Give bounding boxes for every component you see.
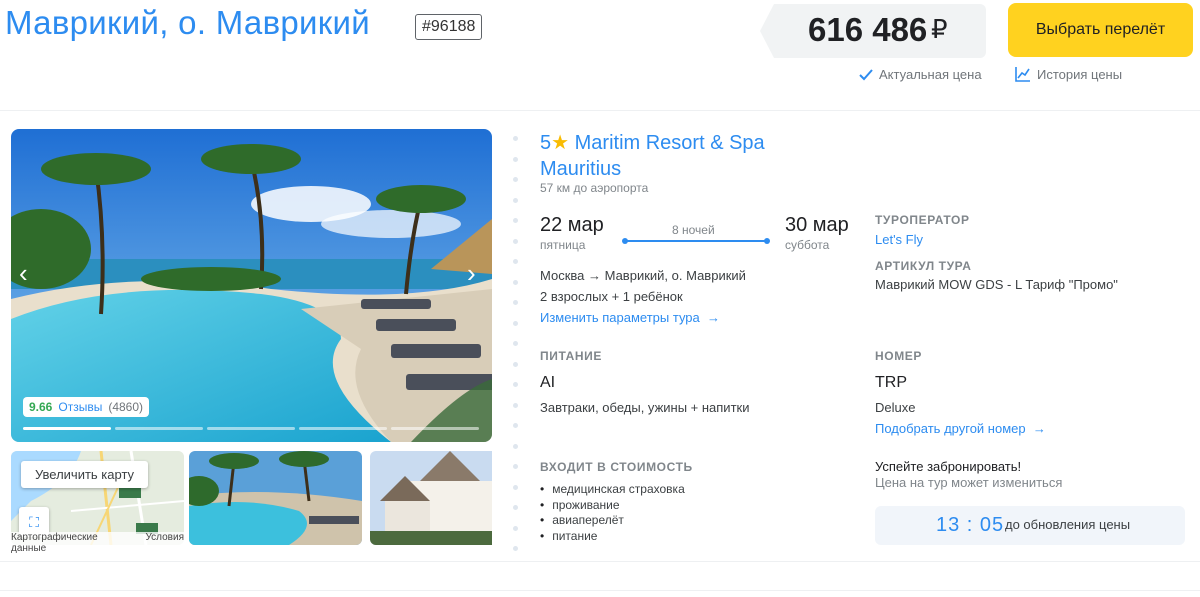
timeline-dot [513,279,518,285]
article-caption: АРТИКУЛ ТУРА [875,259,972,273]
map-terms-link[interactable]: Условия [145,532,184,545]
page-title: Маврикий, о. Маврикий [5,4,370,41]
timeline-dot [513,484,518,490]
timeline-dot [513,361,518,367]
timeline-dot [513,341,518,346]
route-text: Москва → Маврикий, о. Маврикий [540,268,746,283]
reviews-count: (4860) [108,400,144,414]
rating-badge[interactable]: 9.66 Отзывы (4860) [23,397,150,417]
gallery-indicator[interactable] [207,427,295,430]
pool-thumb-image [189,451,362,545]
gallery-indicator[interactable] [23,427,111,430]
select-flight-button[interactable]: Выбрать перелёт [1008,3,1193,57]
included-caption: ВХОДИТ В СТОИМОСТЬ [540,460,693,474]
gallery-next-arrow[interactable]: › [467,258,476,289]
operator-link[interactable]: Let's Fly [875,232,923,247]
price-timer: 13 : 05 [936,514,1005,536]
timeline-dot [513,197,518,203]
change-room-link[interactable]: Подобрать другой номер → [875,421,1046,436]
reviews-link[interactable]: Отзывы [58,400,102,414]
gallery-prev-arrow[interactable]: ‹ [19,258,28,289]
meal-code: AI [540,374,556,391]
chart-icon [1015,67,1030,82]
meal-description: Завтраки, обеды, ужины + напитки [540,400,750,415]
change-params-label: Изменить параметры тура [540,310,700,325]
departure-weekday: пятница [540,238,586,252]
hotel-photo-thumb[interactable] [370,451,492,545]
hotel-photo-thumb[interactable] [189,451,362,545]
timeline-dot [513,177,518,182]
return-date: 30 мар [785,214,849,236]
departure-date: 22 мар [540,214,604,236]
tour-page: Маврикий, о. Маврикий #96188 616 486 ₽ В… [0,0,1200,597]
divider [0,590,1200,591]
building-thumb-image [370,451,492,545]
hotel-photo-main[interactable] [11,129,492,442]
return-weekday: суббота [785,238,830,252]
article-value: Маврикий MOW GDS - L Тариф "Промо" [875,277,1118,292]
list-item: проживание [540,498,685,514]
hurry-subtitle: Цена на тур может измениться [875,475,1063,490]
map-data-label[interactable]: Картографические данные [11,532,133,554]
operator-caption: ТУРОПЕРАТОР [875,213,970,227]
airport-distance: 57 км до аэропорта [540,181,649,195]
hurry-title: Успейте забронировать! [875,459,1022,474]
pool-image [11,129,492,442]
timeline-dot [513,402,518,408]
timeline-dot [513,259,518,264]
timeline-dots [513,136,519,556]
checkmark-icon [859,68,873,80]
nights-count: 8 ночей [672,223,715,237]
timeline-dot [513,505,518,510]
room-type: Deluxe [875,400,916,415]
gallery-indicators [23,427,479,430]
timeline-dot [513,218,518,223]
list-item: авиаперелёт [540,513,685,529]
room-code: TRP [875,374,907,391]
passengers-text: 2 взрослых + 1 ребёнок [540,289,683,304]
actual-price-label: Актуальная цена [879,67,982,82]
hotel-stars: 5 [540,132,552,154]
change-room-label: Подобрать другой номер [875,421,1026,436]
timeline-dot [513,136,518,141]
hotel-name-link[interactable]: 5★ Maritim Resort & Spa Mauritius [540,130,840,182]
meal-caption: ПИТАНИЕ [540,349,602,363]
price-history-link[interactable]: История цены [1015,66,1122,82]
timeline-dot [513,300,518,305]
timeline-dot [513,464,518,469]
arrow-right-icon: → [1029,421,1046,436]
price-currency: ₽ [931,14,948,44]
hotel-name: Maritim Resort & Spa Mauritius [540,132,765,180]
arrow-right-icon: → [703,310,721,325]
room-caption: НОМЕР [875,349,923,363]
gallery-indicator[interactable] [299,427,387,430]
timeline-dot [513,238,518,244]
price-timer-label: до обновления цены [1005,517,1131,532]
timeline-dot [513,525,518,531]
map-attribution: Картографические данные Условия [11,532,184,554]
timeline-dot [513,382,518,387]
tour-id-badge: #96188 [415,14,483,40]
timeline-dot [513,320,518,326]
gallery-indicator[interactable] [391,427,479,430]
enlarge-map-button[interactable]: Увеличить карту [21,461,149,488]
timeline-dot [513,443,518,449]
change-params-link[interactable]: Изменить параметры тура → [540,310,720,325]
price-value: 616 486 [808,11,928,48]
nights-line [622,238,770,244]
price-history-label: История цены [1037,66,1123,82]
star-icon: ★ [551,132,570,154]
list-item: медицинская страховка [540,482,685,498]
gallery-indicator[interactable] [115,427,203,430]
rating-score: 9.66 [29,400,53,414]
included-list: медицинская страховка проживание авиапер… [540,482,685,544]
list-item: питание [540,529,685,545]
timeline-dot [513,423,518,428]
actual-price-indicator: Актуальная цена [859,67,982,82]
timeline-dot [513,156,518,162]
timeline-dot [513,546,518,551]
